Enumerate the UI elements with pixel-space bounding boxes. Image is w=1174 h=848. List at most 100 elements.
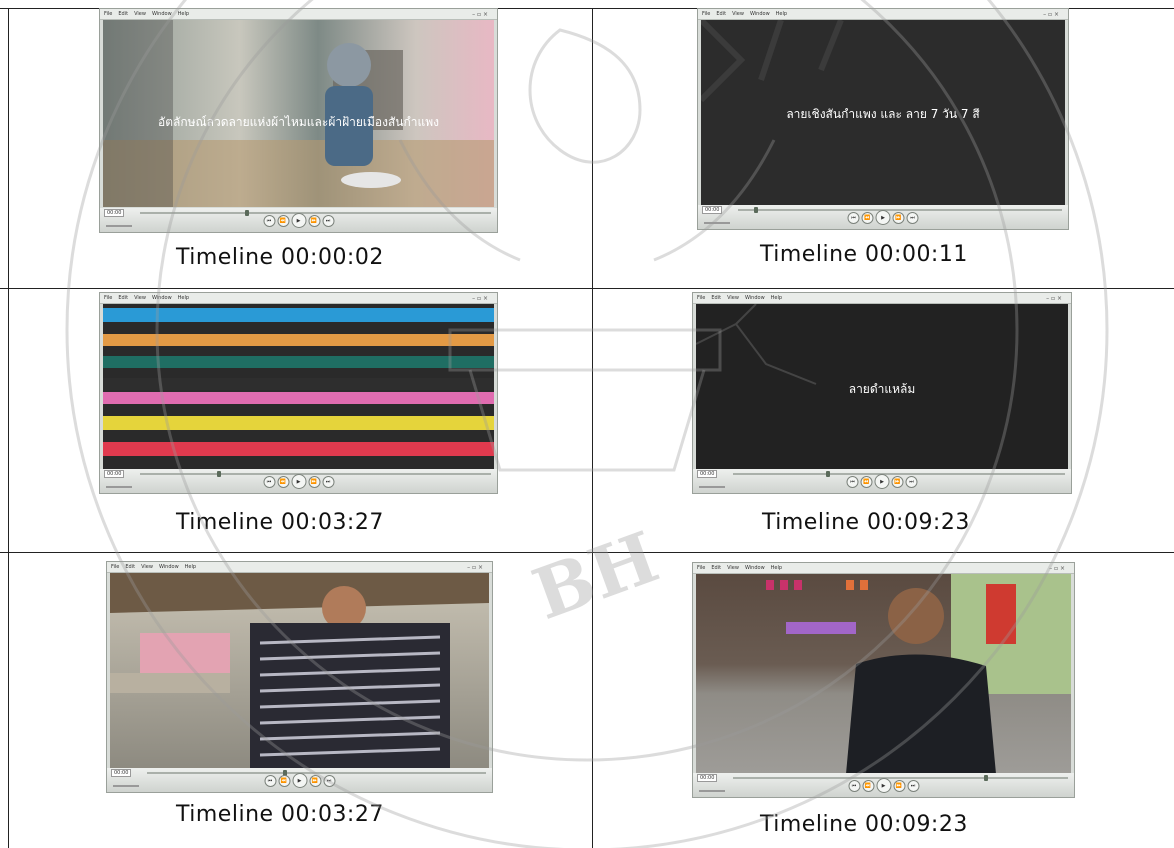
seek-knob[interactable] xyxy=(754,207,759,213)
skip-back-button[interactable]: ⏮ xyxy=(847,212,860,224)
rewind-button[interactable]: ⏪ xyxy=(862,780,874,792)
menu-window[interactable]: Window xyxy=(750,11,770,17)
volume-slider[interactable] xyxy=(704,222,730,224)
time-display: 00:00 xyxy=(104,209,125,217)
fast-forward-button[interactable]: ⏩ xyxy=(892,212,905,224)
volume-slider[interactable] xyxy=(106,225,132,227)
seek-knob[interactable] xyxy=(984,775,989,781)
menu-window[interactable]: Window xyxy=(159,564,179,570)
menu-window[interactable]: Window xyxy=(152,295,172,301)
menu-edit[interactable]: Edit xyxy=(125,564,135,570)
play-button[interactable]: ▶ xyxy=(291,213,306,228)
seek-bar[interactable] xyxy=(733,775,1068,781)
skip-forward-button[interactable]: ⏭ xyxy=(323,775,335,787)
menu-file[interactable]: File xyxy=(104,11,112,17)
menu-window[interactable]: Window xyxy=(152,11,172,17)
transport-buttons: ⏮ ⏪ ▶ ⏩ ⏭ xyxy=(264,773,335,788)
volume-slider[interactable] xyxy=(699,790,725,792)
seek-bar[interactable] xyxy=(733,471,1065,477)
menu-file[interactable]: File xyxy=(702,11,710,17)
fast-forward-button[interactable]: ⏩ xyxy=(309,775,321,787)
player-menubar: File Edit View Window Help – ▫ × xyxy=(100,9,497,20)
seek-knob[interactable] xyxy=(245,210,250,216)
skip-back-button[interactable]: ⏮ xyxy=(848,780,860,792)
play-button[interactable]: ▶ xyxy=(876,778,891,793)
scene-graphic xyxy=(766,574,1071,774)
menu-file[interactable]: File xyxy=(104,295,112,301)
skip-forward-button[interactable]: ⏭ xyxy=(905,476,918,488)
video-frame xyxy=(696,574,1071,774)
menu-help[interactable]: Help xyxy=(771,295,782,301)
window-buttons[interactable]: – ▫ × xyxy=(1043,10,1059,20)
rewind-button[interactable]: ⏪ xyxy=(860,476,873,488)
menu-file[interactable]: File xyxy=(697,295,705,301)
volume-slider[interactable] xyxy=(113,785,139,787)
window-buttons[interactable]: – ▫ × xyxy=(1049,564,1065,574)
play-button[interactable]: ▶ xyxy=(291,474,306,489)
time-display: 00:00 xyxy=(104,470,125,478)
player-menubar: File Edit View Window Help – ▫ × xyxy=(698,9,1068,20)
play-button[interactable]: ▶ xyxy=(874,474,890,489)
menu-view[interactable]: View xyxy=(732,11,744,17)
menu-help[interactable]: Help xyxy=(771,565,782,571)
rewind-button[interactable]: ⏪ xyxy=(277,215,289,227)
fast-forward-button[interactable]: ⏩ xyxy=(308,476,320,488)
seek-knob[interactable] xyxy=(217,471,222,477)
skip-back-button[interactable]: ⏮ xyxy=(264,775,276,787)
seek-knob[interactable] xyxy=(825,471,830,477)
menu-window[interactable]: Window xyxy=(745,295,765,301)
skip-back-button[interactable]: ⏮ xyxy=(263,476,275,488)
seek-bar[interactable] xyxy=(140,210,491,216)
rewind-button[interactable]: ⏪ xyxy=(277,476,289,488)
menu-file[interactable]: File xyxy=(111,564,119,570)
menu-help[interactable]: Help xyxy=(178,295,189,301)
play-button[interactable]: ▶ xyxy=(875,210,891,225)
menu-help[interactable]: Help xyxy=(185,564,196,570)
skip-forward-button[interactable]: ⏭ xyxy=(322,215,334,227)
menu-edit[interactable]: Edit xyxy=(118,295,128,301)
video-player-window: File Edit View Window Help – ▫ × 00:00 ⏮… xyxy=(106,561,493,793)
menu-edit[interactable]: Edit xyxy=(118,11,128,17)
menu-window[interactable]: Window xyxy=(745,565,765,571)
player-controls: 00:00 ⏮ ⏪ ▶ ⏩ ⏭ xyxy=(698,205,1068,229)
menu-edit[interactable]: Edit xyxy=(716,11,726,17)
menu-help[interactable]: Help xyxy=(178,11,189,17)
video-frame xyxy=(103,304,494,470)
seek-bar[interactable] xyxy=(738,207,1062,213)
video-title-text: ลายดำแหล้ม xyxy=(848,382,916,396)
skip-forward-button[interactable]: ⏭ xyxy=(906,212,919,224)
seek-bar[interactable] xyxy=(147,770,486,776)
menu-edit[interactable]: Edit xyxy=(711,565,721,571)
window-buttons[interactable]: – ▫ × xyxy=(467,563,483,573)
menu-help[interactable]: Help xyxy=(776,11,787,17)
window-buttons[interactable]: – ▫ × xyxy=(1046,294,1062,304)
frame-table: File Edit View Window Help – ▫ × อัตลักษณ์ลว… xyxy=(0,0,1174,848)
menu-view[interactable]: View xyxy=(727,295,739,301)
menu-file[interactable]: File xyxy=(697,565,705,571)
rewind-button[interactable]: ⏪ xyxy=(861,212,874,224)
volume-slider[interactable] xyxy=(106,486,132,488)
timeline-caption: Timeline 00:09:23 xyxy=(762,510,970,535)
play-button[interactable]: ▶ xyxy=(292,773,307,788)
menu-view[interactable]: View xyxy=(141,564,153,570)
skip-forward-button[interactable]: ⏭ xyxy=(907,780,919,792)
volume-slider[interactable] xyxy=(699,486,725,488)
skip-back-button[interactable]: ⏮ xyxy=(846,476,859,488)
seek-bar[interactable] xyxy=(140,471,491,477)
skip-forward-button[interactable]: ⏭ xyxy=(322,476,334,488)
menu-edit[interactable]: Edit xyxy=(711,295,721,301)
menu-view[interactable]: View xyxy=(727,565,739,571)
player-menubar: File Edit View Window Help – ▫ × xyxy=(693,293,1071,304)
window-buttons[interactable]: – ▫ × xyxy=(472,10,488,20)
window-buttons[interactable]: – ▫ × xyxy=(472,294,488,304)
fast-forward-button[interactable]: ⏩ xyxy=(308,215,320,227)
fast-forward-button[interactable]: ⏩ xyxy=(893,780,905,792)
time-display: 00:00 xyxy=(111,769,132,777)
fast-forward-button[interactable]: ⏩ xyxy=(891,476,904,488)
video-player-window: File Edit View Window Help – ▫ × อัตลักษณ์ลว… xyxy=(99,8,498,233)
player-controls: 00:00 ⏮ ⏪ ▶ ⏩ ⏭ xyxy=(100,469,497,493)
rewind-button[interactable]: ⏪ xyxy=(278,775,290,787)
menu-view[interactable]: View xyxy=(134,295,146,301)
skip-back-button[interactable]: ⏮ xyxy=(263,215,275,227)
menu-view[interactable]: View xyxy=(134,11,146,17)
